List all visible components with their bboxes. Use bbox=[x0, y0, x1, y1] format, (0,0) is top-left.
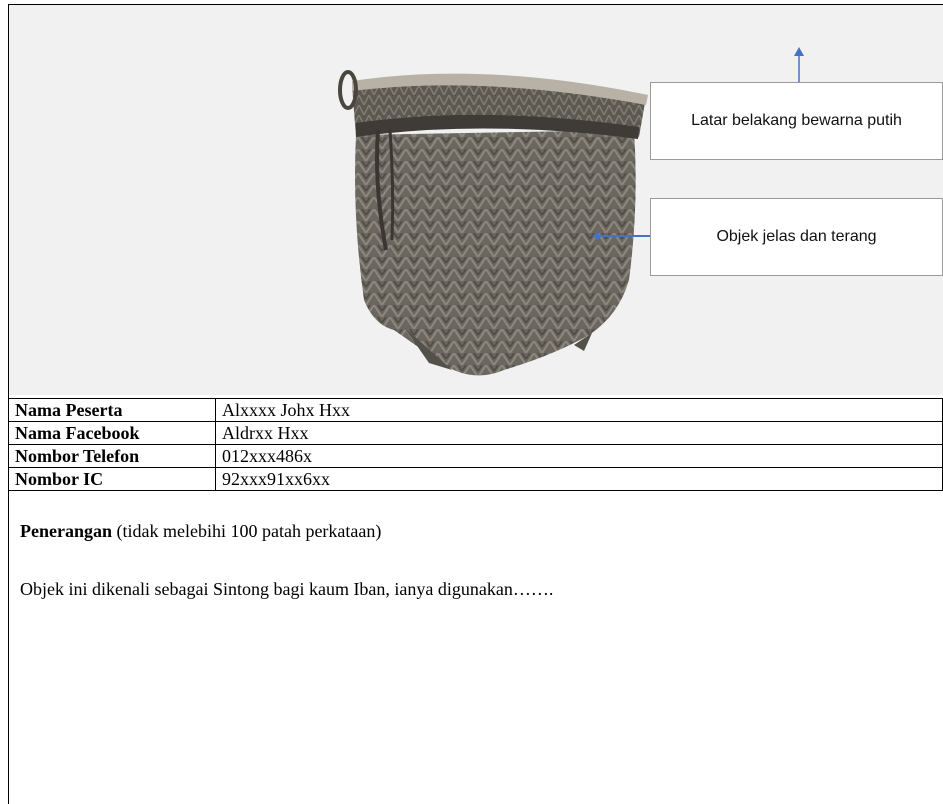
description-note: (tidak melebihi 100 patah perkataan) bbox=[112, 521, 382, 541]
ic-number-label: Nombor IC bbox=[8, 467, 216, 491]
facebook-name-label: Nama Facebook bbox=[8, 421, 216, 445]
woven-basket-image bbox=[338, 70, 648, 376]
table-row: Nama Peserta Alxxxx Johx Hxx bbox=[8, 398, 943, 422]
table-row: Nombor Telefon 012xxx486x bbox=[8, 444, 943, 468]
description-title: Penerangan bbox=[20, 521, 112, 541]
arrow-up-icon bbox=[794, 47, 804, 84]
object-callout: Objek jelas dan terang bbox=[650, 198, 943, 276]
background-callout: Latar belakang bewarna putih bbox=[650, 82, 943, 160]
arrow-left-icon bbox=[592, 232, 652, 240]
basket-photo: Latar belakang bewarna putih Objek jelas… bbox=[9, 5, 943, 395]
phone-number-value: 012xxx486x bbox=[215, 444, 943, 468]
facebook-name-value: Aldrxx Hxx bbox=[215, 421, 943, 445]
participant-name-label: Nama Peserta bbox=[8, 398, 216, 422]
phone-number-label: Nombor Telefon bbox=[8, 444, 216, 468]
table-row: Nombor IC 92xxx91xx6xx bbox=[8, 467, 943, 491]
object-callout-text: Objek jelas dan terang bbox=[716, 228, 877, 245]
description-body: Objek ini dikenali sebagai Sintong bagi … bbox=[20, 579, 554, 599]
ic-number-value: 92xxx91xx6xx bbox=[215, 467, 943, 491]
background-callout-text: Latar belakang bewarna putih bbox=[691, 112, 902, 129]
description-heading: Penerangan (tidak melebihi 100 patah per… bbox=[20, 518, 920, 544]
participant-name-value: Alxxxx Johx Hxx bbox=[215, 398, 943, 422]
participant-info-table: Nama Peserta Alxxxx Johx Hxx Nama Facebo… bbox=[8, 398, 943, 491]
table-row: Nama Facebook Aldrxx Hxx bbox=[8, 421, 943, 445]
